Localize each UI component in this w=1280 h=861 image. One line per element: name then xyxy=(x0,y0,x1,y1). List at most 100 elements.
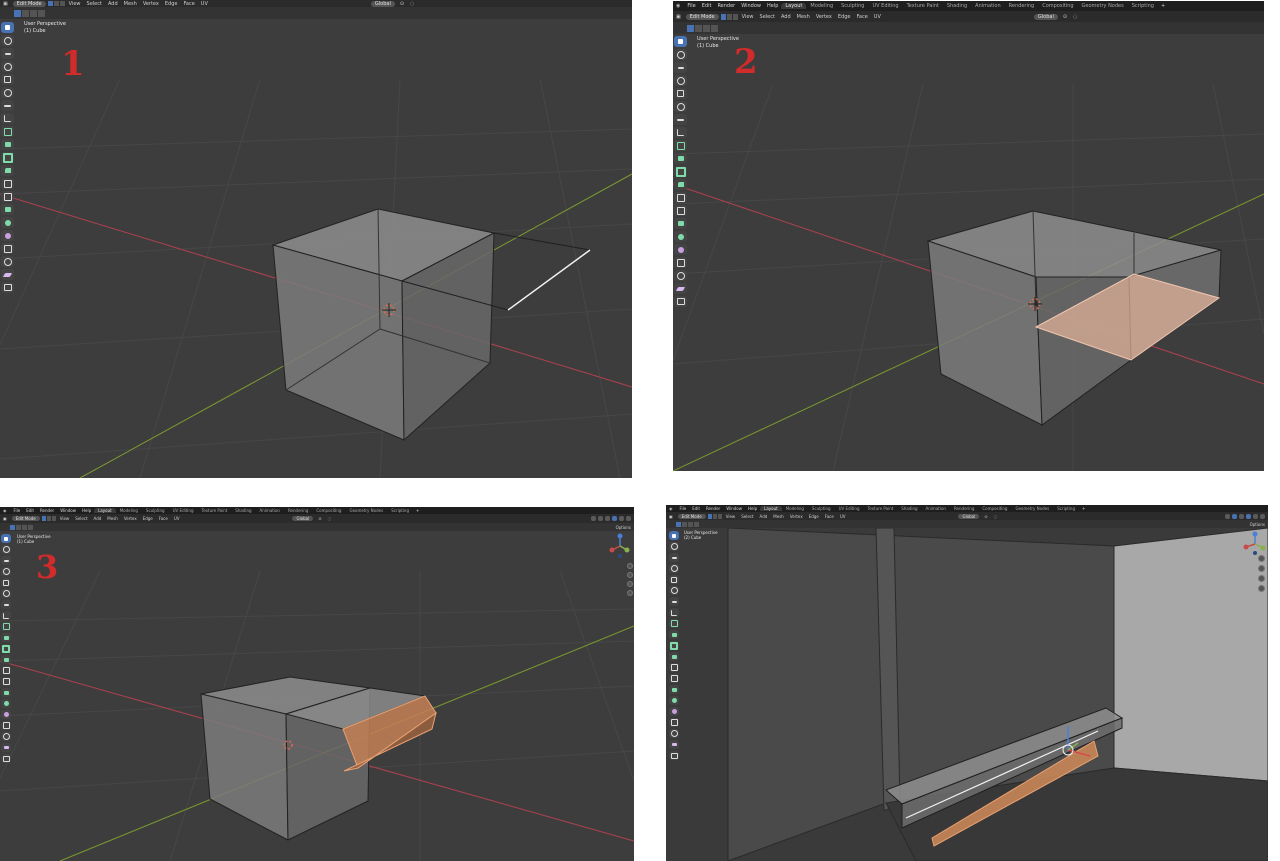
tab-shading[interactable]: Shading xyxy=(231,508,255,513)
add-cube-icon[interactable] xyxy=(1,126,14,137)
knife-icon[interactable] xyxy=(1,677,11,686)
menu-view[interactable]: View xyxy=(723,514,739,519)
menu-mesh[interactable]: Mesh xyxy=(794,14,813,20)
spin-icon[interactable] xyxy=(1,217,14,228)
tab-layout[interactable]: Layout xyxy=(94,508,116,513)
viewport-3d[interactable] xyxy=(666,528,1268,861)
shear-icon[interactable] xyxy=(1,743,11,752)
shading-rendered[interactable] xyxy=(1260,513,1265,519)
shear-icon[interactable] xyxy=(674,283,687,294)
select-mode-extend-button[interactable] xyxy=(22,9,29,17)
proportional-edit-icon[interactable]: ◌ xyxy=(1070,14,1080,20)
hand-pan-icon[interactable] xyxy=(1258,565,1265,572)
annotate-icon[interactable] xyxy=(1,100,14,111)
tab-texture-paint[interactable]: Texture Paint xyxy=(197,508,231,513)
menu-edit[interactable]: Edit xyxy=(23,508,37,513)
menu-add[interactable]: Add xyxy=(105,1,121,7)
smooth-icon[interactable] xyxy=(669,707,679,716)
rotate-icon[interactable] xyxy=(669,564,679,573)
menu-select[interactable]: Select xyxy=(84,1,105,7)
menu-render[interactable]: Render xyxy=(714,3,738,9)
shrink-fatten-icon[interactable] xyxy=(674,270,687,281)
select-mode-subtract-button[interactable] xyxy=(22,524,27,530)
menu-render[interactable]: Render xyxy=(37,508,57,513)
overlay-toggle[interactable] xyxy=(1225,513,1230,519)
menu-select[interactable]: Select xyxy=(72,516,90,521)
orientation-gizmo-icon[interactable] xyxy=(1243,531,1267,557)
mode-dropdown[interactable]: Edit Mode xyxy=(11,516,40,521)
select-mode-invert-button[interactable] xyxy=(28,524,33,530)
select-box-icon[interactable] xyxy=(1,534,11,543)
transform-icon[interactable] xyxy=(669,586,679,595)
inset-icon[interactable] xyxy=(1,152,14,163)
menu-render[interactable]: Render xyxy=(703,506,723,511)
menu-vertex[interactable]: Vertex xyxy=(813,14,835,20)
move-icon[interactable] xyxy=(1,556,11,565)
zoom-icon[interactable] xyxy=(1258,555,1265,562)
measure-icon[interactable] xyxy=(674,127,687,138)
annotate-icon[interactable] xyxy=(1,600,11,609)
camera-icon[interactable] xyxy=(627,581,633,587)
tab-modeling[interactable]: Modeling xyxy=(782,506,808,511)
zoom-icon[interactable] xyxy=(627,563,633,569)
tab-geometry-nodes[interactable]: Geometry Nodes xyxy=(1011,506,1053,511)
select-mode-extend-button[interactable] xyxy=(695,24,702,32)
tab-scripting[interactable]: Scripting xyxy=(387,508,413,513)
snap-icon[interactable]: ⊙ xyxy=(397,1,407,7)
tab-rendering[interactable]: Rendering xyxy=(284,508,312,513)
face-select-button[interactable] xyxy=(732,13,738,20)
cursor-icon[interactable] xyxy=(669,542,679,551)
snap-icon[interactable]: ⊙ xyxy=(981,514,990,519)
menu-help[interactable]: Help xyxy=(745,506,760,511)
select-box-icon[interactable] xyxy=(674,36,687,47)
scale-icon[interactable] xyxy=(674,88,687,99)
select-mode-invert-button[interactable] xyxy=(711,24,718,32)
shear-icon[interactable] xyxy=(1,269,14,280)
spin-icon[interactable] xyxy=(669,696,679,705)
camera-icon[interactable] xyxy=(1258,575,1265,582)
select-mode-extend-button[interactable] xyxy=(682,521,687,527)
move-icon[interactable] xyxy=(1,48,14,59)
rip-icon[interactable] xyxy=(674,296,687,307)
face-select-button[interactable] xyxy=(717,513,722,519)
rotate-icon[interactable] xyxy=(1,567,11,576)
snap-icon[interactable]: ⊙ xyxy=(1060,14,1070,20)
knife-icon[interactable] xyxy=(674,205,687,216)
loop-cut-icon[interactable] xyxy=(674,192,687,203)
tab-modeling[interactable]: Modeling xyxy=(806,3,837,9)
annotate-icon[interactable] xyxy=(669,597,679,606)
loop-cut-icon[interactable] xyxy=(669,663,679,672)
shading-wireframe[interactable] xyxy=(1239,513,1244,519)
menu-face[interactable]: Face xyxy=(180,1,197,7)
vertex-select-button[interactable] xyxy=(720,13,726,20)
extrude-icon[interactable] xyxy=(1,139,14,150)
shrink-fatten-icon[interactable] xyxy=(1,256,14,267)
rotate-icon[interactable] xyxy=(1,61,14,72)
annotate-icon[interactable] xyxy=(674,114,687,125)
menu-window[interactable]: Window xyxy=(723,506,745,511)
transform-icon[interactable] xyxy=(1,589,11,598)
tab-shading[interactable]: Shading xyxy=(897,506,921,511)
transform-orientation-dropdown[interactable]: Global xyxy=(292,516,314,521)
tab-uv-editing[interactable]: UV Editing xyxy=(169,508,198,513)
menu-mesh[interactable]: Mesh xyxy=(121,1,140,7)
scale-icon[interactable] xyxy=(1,74,14,85)
menu-uv[interactable]: UV xyxy=(198,1,211,7)
add-cube-icon[interactable] xyxy=(669,619,679,628)
tab-animation[interactable]: Animation xyxy=(256,508,284,513)
tab-geometry-nodes[interactable]: Geometry Nodes xyxy=(1078,3,1128,9)
menu-add[interactable]: Add xyxy=(757,514,771,519)
tab-uv-editing[interactable]: UV Editing xyxy=(868,3,902,9)
menu-edge[interactable]: Edge xyxy=(806,514,822,519)
tab-modeling[interactable]: Modeling xyxy=(116,508,142,513)
menu-vertex[interactable]: Vertex xyxy=(140,1,162,7)
menu-uv[interactable]: UV xyxy=(837,514,849,519)
editor-type-icon[interactable]: ▣ xyxy=(673,14,684,20)
editor-type-icon[interactable]: ▣ xyxy=(0,516,10,521)
shear-icon[interactable] xyxy=(669,740,679,749)
viewport-3d[interactable] xyxy=(0,531,634,861)
bevel-icon[interactable] xyxy=(1,655,11,664)
add-workspace-icon[interactable]: + xyxy=(1079,506,1088,511)
edge-slide-icon[interactable] xyxy=(669,718,679,727)
tab-layout[interactable]: Layout xyxy=(781,3,807,9)
